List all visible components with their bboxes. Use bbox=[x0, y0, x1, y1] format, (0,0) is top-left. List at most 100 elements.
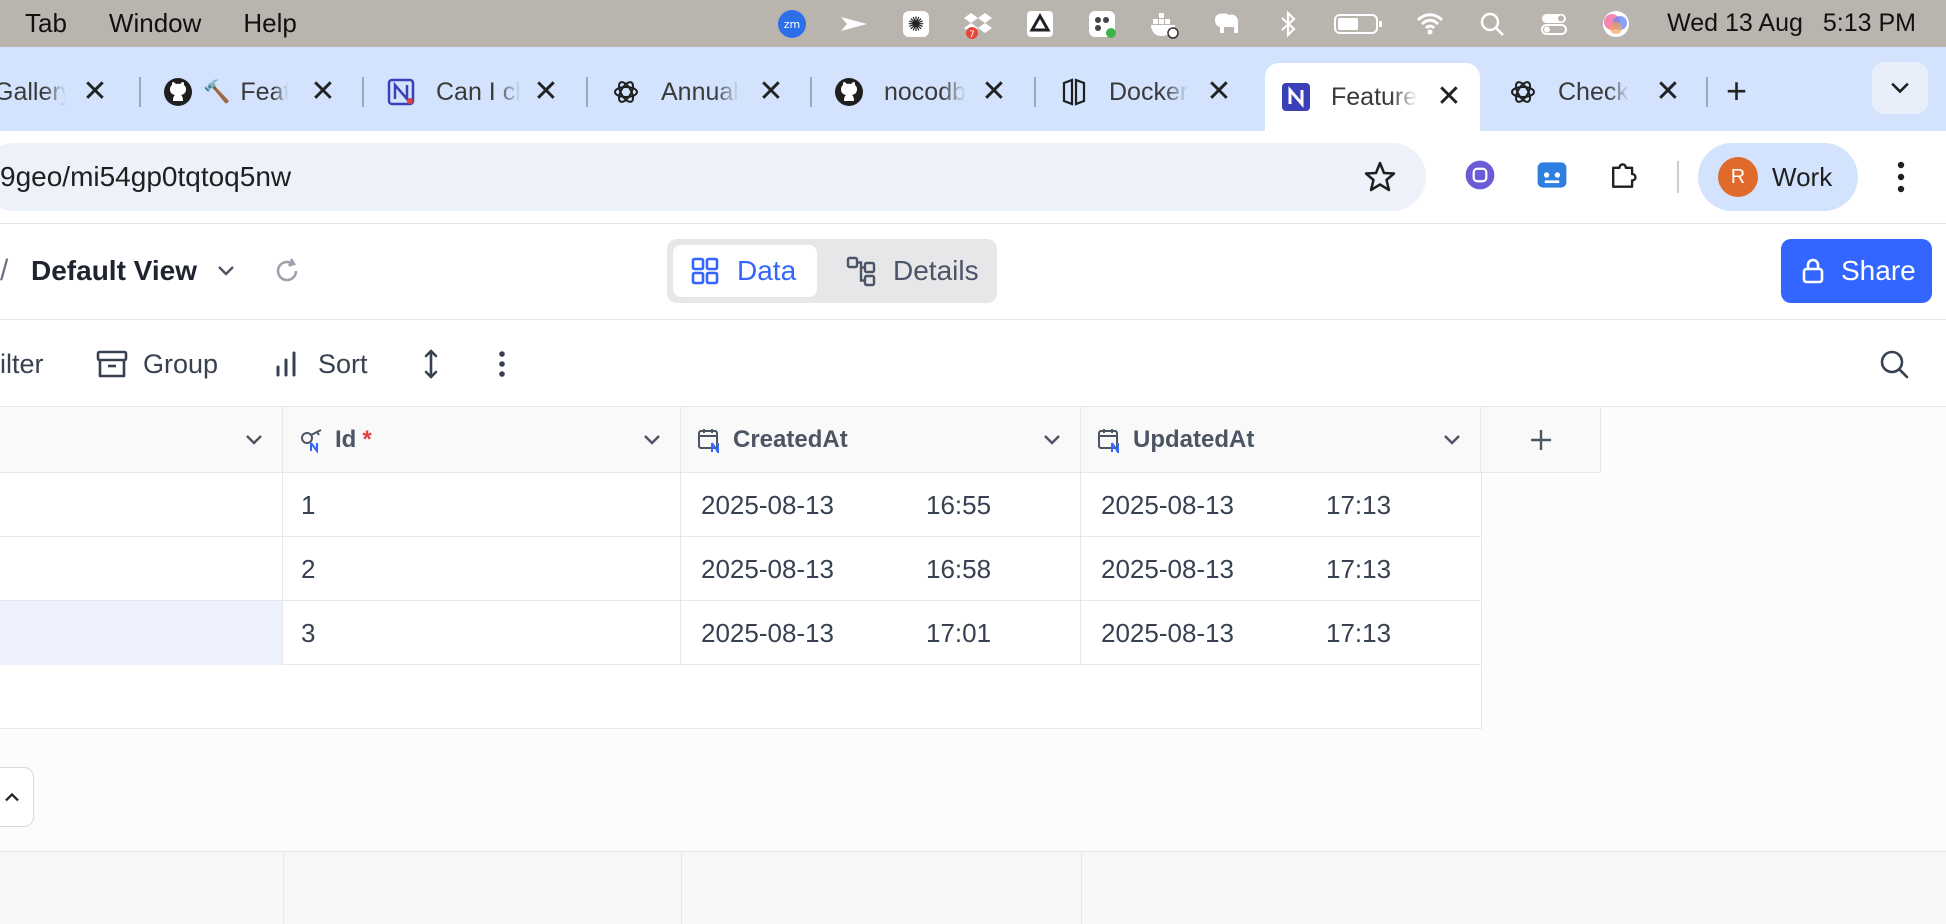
url-text[interactable]: 9geo/mi54gp0tqtoq5nw bbox=[0, 161, 291, 193]
openai-icon bbox=[611, 77, 641, 107]
siri-icon[interactable] bbox=[1599, 7, 1633, 41]
cell-createdat[interactable]: 2025-08-13 16:55 bbox=[681, 473, 1081, 537]
tab-search-button[interactable] bbox=[1872, 62, 1928, 114]
github-icon bbox=[834, 77, 864, 107]
group-icon bbox=[96, 350, 128, 378]
tab-can-i[interactable]: Can I cl ✕ bbox=[386, 63, 561, 121]
column-header-updatedat[interactable]: UpdatedAt bbox=[1081, 407, 1481, 473]
close-icon[interactable]: ✕ bbox=[308, 77, 338, 107]
cell-time: 16:58 bbox=[926, 553, 992, 584]
tab-feature-active[interactable]: Feature ✕ bbox=[1265, 63, 1480, 131]
asterisk-app-icon[interactable]: ✺ bbox=[899, 7, 933, 41]
menu-clock[interactable]: Wed 13 Aug 5:13 PM bbox=[1667, 9, 1916, 38]
bookmark-star-icon[interactable] bbox=[1362, 159, 1398, 195]
bluetooth-icon[interactable] bbox=[1271, 7, 1305, 41]
new-tab-button[interactable]: + bbox=[1726, 73, 1747, 109]
tab-separator bbox=[362, 77, 364, 107]
clock-date: Wed 13 Aug bbox=[1667, 9, 1803, 37]
menu-help[interactable]: Help bbox=[243, 8, 296, 39]
menu-tab[interactable]: Tab bbox=[25, 8, 67, 39]
breadcrumb-separator: / bbox=[0, 254, 9, 287]
profile-button[interactable]: R Work bbox=[1698, 143, 1858, 211]
extensions-puzzle-icon[interactable] bbox=[1604, 155, 1644, 195]
chevron-down-icon[interactable] bbox=[1042, 433, 1062, 447]
sort-button[interactable]: Sort bbox=[270, 346, 368, 382]
control-center-icon[interactable] bbox=[1537, 7, 1571, 41]
profile-name: Work bbox=[1772, 161, 1833, 192]
browser-menu-icon[interactable] bbox=[1886, 157, 1916, 197]
close-icon[interactable]: ✕ bbox=[1434, 82, 1464, 112]
google-drive-icon[interactable] bbox=[1023, 7, 1057, 41]
data-grid: Id * CreatedAt UpdatedAt 1 2025-08-13 16:… bbox=[0, 407, 1946, 924]
cell-title[interactable] bbox=[0, 601, 283, 665]
tab-details[interactable]: Details bbox=[829, 245, 995, 297]
tab-nocodb[interactable]: nocodb ✕ bbox=[834, 63, 1009, 121]
cell-createdat[interactable]: 2025-08-13 17:01 bbox=[681, 601, 1081, 665]
battery-icon[interactable] bbox=[1333, 7, 1385, 41]
column-header-id[interactable]: Id * bbox=[283, 407, 681, 473]
view-name[interactable]: Default View bbox=[31, 255, 197, 287]
extension-robot-icon[interactable] bbox=[1532, 155, 1572, 195]
close-icon[interactable]: ✕ bbox=[1653, 77, 1683, 107]
close-icon[interactable]: ✕ bbox=[979, 77, 1009, 107]
group-button[interactable]: Group bbox=[95, 346, 218, 382]
chevron-down-icon[interactable] bbox=[244, 433, 264, 447]
dropbox-icon[interactable]: 7 bbox=[961, 7, 995, 41]
close-icon[interactable]: ✕ bbox=[531, 77, 561, 107]
extension-purple-icon[interactable] bbox=[1460, 155, 1500, 195]
table-row[interactable]: 1 2025-08-13 16:55 2025-08-13 17:13 bbox=[0, 473, 1482, 537]
tab-title: Docker bbox=[1109, 77, 1189, 106]
chevron-down-icon[interactable] bbox=[216, 264, 236, 278]
address-bar[interactable]: 9geo/mi54gp0tqtoq5nw bbox=[0, 143, 1426, 211]
slack-icon[interactable] bbox=[1085, 7, 1119, 41]
cell-text: 1 bbox=[301, 489, 316, 520]
filter-label: ilter bbox=[0, 348, 44, 379]
column-label: CreatedAt bbox=[733, 425, 848, 453]
elephant-icon[interactable] bbox=[1209, 7, 1243, 41]
close-icon[interactable]: ✕ bbox=[756, 77, 786, 107]
more-options-button[interactable] bbox=[485, 346, 533, 382]
cell-id[interactable]: 3 bbox=[283, 601, 681, 665]
column-header-title[interactable] bbox=[0, 407, 283, 473]
tab-docker[interactable]: Docker ✕ bbox=[1059, 63, 1234, 121]
cell-title[interactable] bbox=[0, 537, 283, 601]
docker-icon[interactable] bbox=[1147, 7, 1181, 41]
search-icon bbox=[1880, 350, 1909, 379]
chevron-down-icon[interactable] bbox=[642, 433, 662, 447]
new-row-placeholder[interactable] bbox=[0, 665, 1482, 729]
zoom-icon[interactable]: zm bbox=[775, 7, 809, 41]
reload-icon[interactable] bbox=[272, 256, 302, 286]
wifi-icon[interactable] bbox=[1413, 7, 1447, 41]
close-icon[interactable]: ✕ bbox=[80, 77, 110, 107]
cell-createdat[interactable]: 2025-08-13 16:58 bbox=[681, 537, 1081, 601]
filter-button[interactable]: ilter bbox=[0, 346, 44, 382]
cell-id[interactable]: 2 bbox=[283, 537, 681, 601]
cell-id[interactable]: 1 bbox=[283, 473, 681, 537]
share-button[interactable]: Share bbox=[1781, 239, 1932, 303]
search-button[interactable] bbox=[1877, 346, 1925, 382]
cell-updatedat[interactable]: 2025-08-13 17:13 bbox=[1081, 537, 1482, 601]
avatar: R bbox=[1718, 157, 1758, 197]
spotlight-icon[interactable] bbox=[1475, 7, 1509, 41]
cell-updatedat[interactable]: 2025-08-13 17:13 bbox=[1081, 601, 1482, 665]
cell-updatedat[interactable]: 2025-08-13 17:13 bbox=[1081, 473, 1482, 537]
tab-annual[interactable]: Annual ✕ bbox=[611, 63, 786, 121]
tab-feat-github[interactable]: 🔨 Feat ✕ bbox=[163, 63, 338, 121]
add-column-button[interactable] bbox=[1481, 407, 1601, 473]
menu-window[interactable]: Window bbox=[109, 8, 201, 39]
close-icon[interactable]: ✕ bbox=[1204, 77, 1234, 107]
table-row[interactable]: 3 2025-08-13 17:01 2025-08-13 17:13 bbox=[0, 601, 1482, 665]
cell-title[interactable] bbox=[0, 473, 283, 537]
cell-date: 2025-08-13 bbox=[701, 617, 834, 648]
cell-date: 2025-08-13 bbox=[1101, 553, 1234, 584]
chevron-down-icon[interactable] bbox=[1442, 433, 1462, 447]
tab-data[interactable]: Data bbox=[673, 245, 817, 297]
openai-icon bbox=[1508, 77, 1538, 107]
paper-plane-icon[interactable] bbox=[837, 7, 871, 41]
tab-check[interactable]: Check ✕ bbox=[1508, 63, 1683, 121]
tab-gallery[interactable]: Gallery ✕ bbox=[0, 63, 110, 121]
table-row[interactable]: 2 2025-08-13 16:58 2025-08-13 17:13 bbox=[0, 537, 1482, 601]
column-header-createdat[interactable]: CreatedAt bbox=[681, 407, 1081, 473]
row-height-button[interactable] bbox=[414, 346, 462, 382]
expand-toggle-button[interactable] bbox=[0, 767, 34, 827]
